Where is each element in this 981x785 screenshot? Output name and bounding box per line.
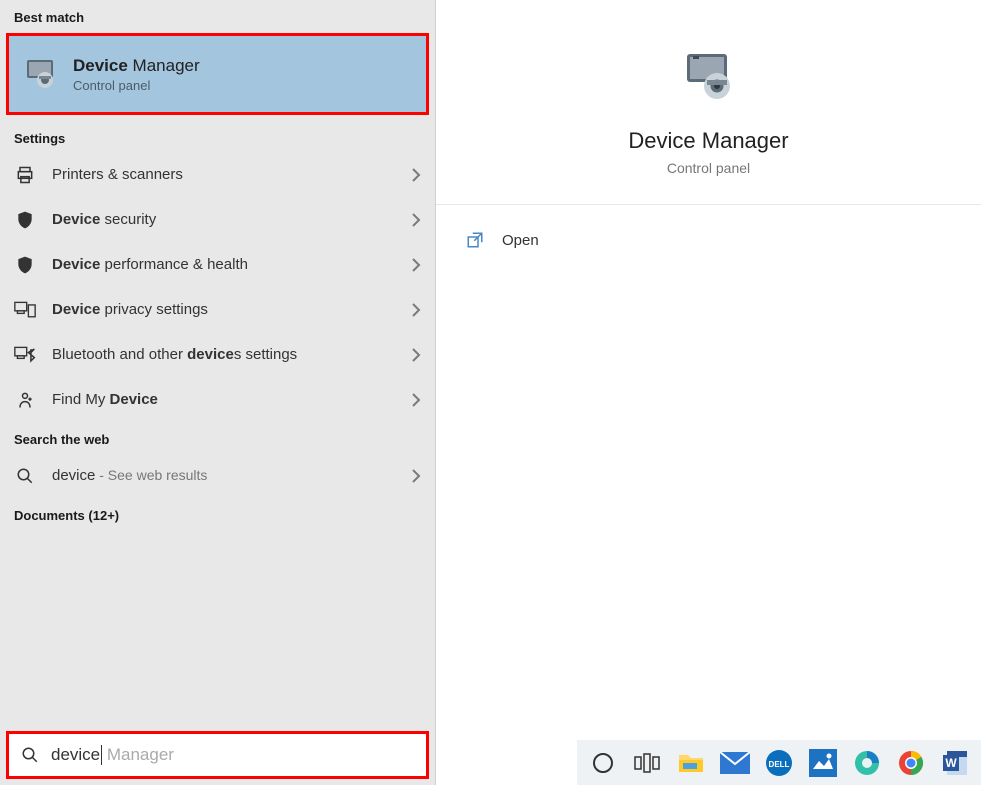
chevron-right-icon [411, 393, 421, 407]
search-input[interactable]: device Manager [6, 731, 429, 779]
settings-list: Printers & scanners Device security Device… [0, 152, 435, 422]
dell-icon[interactable]: DELL [763, 747, 795, 779]
find-icon [14, 389, 36, 411]
settings-item-5[interactable]: Find My Device [0, 377, 435, 422]
word-icon[interactable]: W [939, 747, 971, 779]
settings-item-label: Find My Device [52, 391, 411, 408]
privacy-icon [14, 299, 36, 321]
best-match-subtitle: Control panel [73, 78, 200, 93]
chevron-right-icon [411, 258, 421, 272]
chevron-right-icon [411, 469, 421, 483]
settings-item-3[interactable]: Device privacy settings [0, 287, 435, 332]
chrome-icon[interactable] [895, 747, 927, 779]
settings-item-0[interactable]: Printers & scanners [0, 152, 435, 197]
printer-icon [14, 164, 36, 186]
settings-header: Settings [0, 121, 435, 152]
file-explorer-icon[interactable] [675, 747, 707, 779]
chevron-right-icon [411, 168, 421, 182]
chevron-right-icon [411, 213, 421, 227]
photos-icon[interactable] [807, 747, 839, 779]
chevron-right-icon [411, 303, 421, 317]
device-manager-icon [681, 48, 737, 104]
documents-header: Documents (12+) [0, 498, 435, 529]
settings-item-1[interactable]: Device security [0, 197, 435, 242]
shield-icon [14, 254, 36, 276]
mail-icon[interactable] [719, 747, 751, 779]
settings-item-2[interactable]: Device performance & health [0, 242, 435, 287]
settings-item-label: Bluetooth and other devices settings [52, 346, 411, 363]
preview-pane: Device Manager Control panel Open [435, 0, 981, 785]
settings-item-label: Device privacy settings [52, 301, 411, 318]
open-action[interactable]: Open [436, 223, 981, 257]
search-icon [21, 746, 39, 764]
open-icon [466, 231, 484, 249]
search-text: device Manager [51, 745, 174, 766]
search-web-header: Search the web [0, 422, 435, 453]
search-icon [14, 465, 36, 487]
device-manager-icon [23, 56, 59, 92]
settings-item-label: Device performance & health [52, 256, 411, 273]
preview-title: Device Manager [628, 128, 788, 154]
preview-subtitle: Control panel [667, 160, 750, 176]
taskbar: DELL W [577, 740, 981, 785]
cortana-icon[interactable] [587, 747, 619, 779]
settings-item-label: Printers & scanners [52, 166, 411, 183]
open-label: Open [502, 232, 539, 249]
best-match-device-manager[interactable]: Device Manager Control panel [6, 33, 429, 115]
web-result-label: device - See web results [52, 467, 411, 484]
settings-item-label: Device security [52, 211, 411, 228]
svg-text:DELL: DELL [769, 760, 790, 769]
chevron-right-icon [411, 348, 421, 362]
settings-item-4[interactable]: Bluetooth and other devices settings [0, 332, 435, 377]
search-results-pane: Best match Device Manager Control panel … [0, 0, 435, 785]
bluetooth-icon [14, 344, 36, 366]
edge-icon[interactable] [851, 747, 883, 779]
best-match-header: Best match [0, 0, 435, 31]
svg-text:W: W [945, 756, 957, 770]
best-match-title: Device Manager [73, 56, 200, 76]
shield-icon [14, 209, 36, 231]
task-view-icon[interactable] [631, 747, 663, 779]
web-result-device[interactable]: device - See web results [0, 453, 435, 498]
